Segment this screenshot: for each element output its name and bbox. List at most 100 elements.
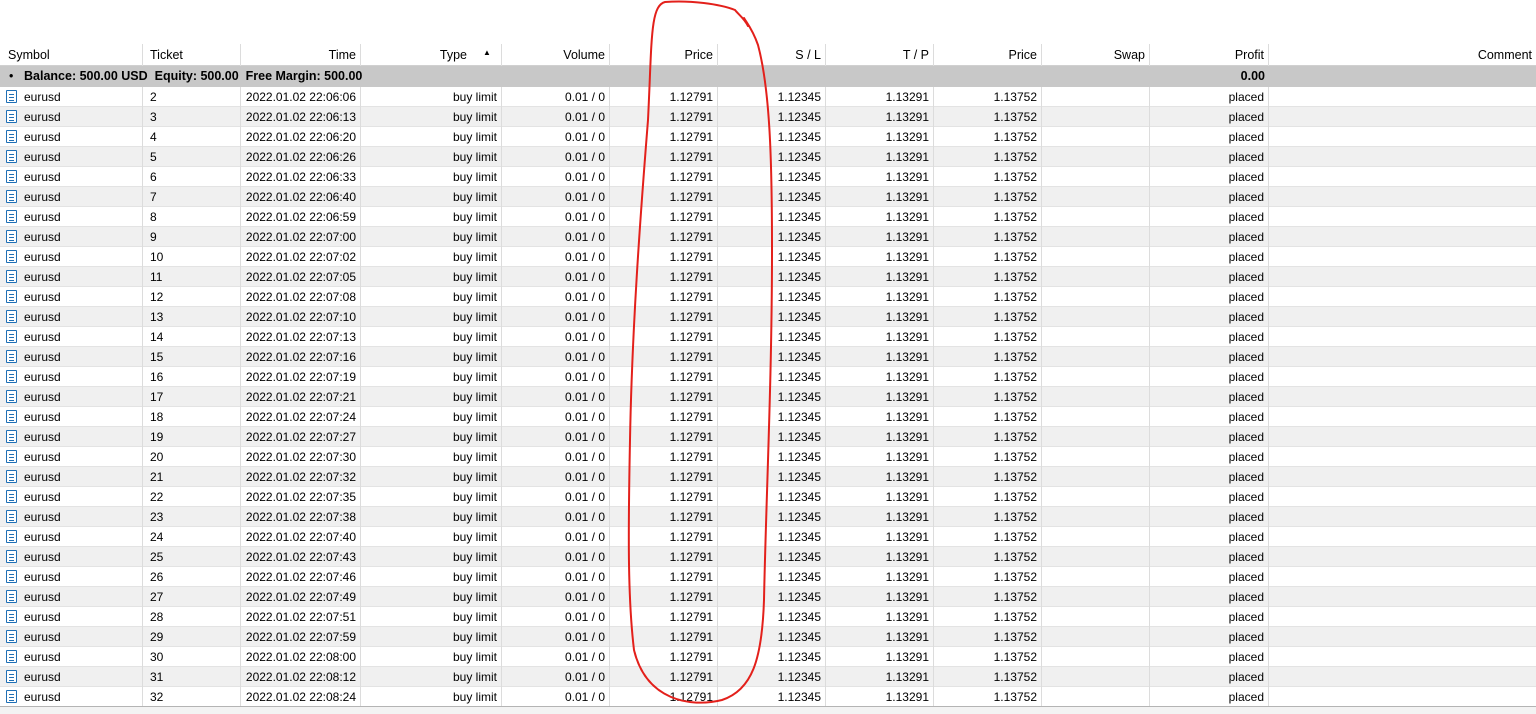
- cell-ticket: 15: [143, 347, 241, 367]
- cell-time: 2022.01.02 22:07:30: [241, 447, 361, 467]
- cell-tp: 1.13291: [826, 407, 934, 427]
- cell-price2: 1.13752: [934, 607, 1042, 627]
- table-row[interactable]: eurusd 21 2022.01.02 22:07:32 buy limit 0.01…: [0, 467, 1536, 487]
- column-header-ticket[interactable]: Ticket: [143, 44, 241, 66]
- table-row[interactable]: eurusd 23 2022.01.02 22:07:38 buy limit 0.01…: [0, 507, 1536, 527]
- pending-order-icon: [6, 330, 17, 343]
- cell-price2: 1.13752: [934, 687, 1042, 707]
- cell-profit: placed: [1150, 187, 1269, 207]
- table-row[interactable]: eurusd 9 2022.01.02 22:07:00 buy limit 0.01 …: [0, 227, 1536, 247]
- cell-comment: [1269, 87, 1536, 107]
- cell-price2: 1.13752: [934, 467, 1042, 487]
- cell-sl: 1.12345: [718, 227, 826, 247]
- cell-swap: [1042, 227, 1150, 247]
- cell-profit: placed: [1150, 267, 1269, 287]
- cell-symbol: eurusd: [0, 327, 143, 347]
- column-header-price[interactable]: Price: [610, 44, 718, 66]
- cell-symbol: eurusd: [0, 387, 143, 407]
- table-row[interactable]: eurusd 17 2022.01.02 22:07:21 buy limit 0.01…: [0, 387, 1536, 407]
- cell-tp: 1.13291: [826, 167, 934, 187]
- column-header-current-price[interactable]: Price: [934, 44, 1042, 66]
- cell-sl: 1.12345: [718, 307, 826, 327]
- cell-time: 2022.01.02 22:07:10: [241, 307, 361, 327]
- cell-time: 2022.01.02 22:07:40: [241, 527, 361, 547]
- cell-tp: 1.13291: [826, 307, 934, 327]
- table-row[interactable]: eurusd 26 2022.01.02 22:07:46 buy limit 0.01…: [0, 567, 1536, 587]
- table-row[interactable]: eurusd 5 2022.01.02 22:06:26 buy limit 0.01 …: [0, 147, 1536, 167]
- cell-symbol: eurusd: [0, 487, 143, 507]
- cell-time: 2022.01.02 22:06:26: [241, 147, 361, 167]
- cell-profit: placed: [1150, 667, 1269, 687]
- table-row[interactable]: eurusd 22 2022.01.02 22:07:35 buy limit 0.01…: [0, 487, 1536, 507]
- cell-price: 1.12791: [610, 347, 718, 367]
- symbol-label: eurusd: [24, 530, 61, 544]
- column-header-volume[interactable]: Volume: [502, 44, 610, 66]
- cell-price2: 1.13752: [934, 287, 1042, 307]
- table-row[interactable]: eurusd 15 2022.01.02 22:07:16 buy limit 0.01…: [0, 347, 1536, 367]
- cell-comment: [1269, 367, 1536, 387]
- cell-comment: [1269, 507, 1536, 527]
- table-row[interactable]: eurusd 28 2022.01.02 22:07:51 buy limit 0.01…: [0, 607, 1536, 627]
- cell-comment: [1269, 447, 1536, 467]
- cell-price2: 1.13752: [934, 327, 1042, 347]
- cell-tp: 1.13291: [826, 267, 934, 287]
- table-row[interactable]: eurusd 20 2022.01.02 22:07:30 buy limit 0.01…: [0, 447, 1536, 467]
- cell-type: buy limit: [361, 147, 502, 167]
- column-header-time[interactable]: Time: [241, 44, 361, 66]
- cell-price2: 1.13752: [934, 207, 1042, 227]
- symbol-label: eurusd: [24, 650, 61, 664]
- cell-ticket: 12: [143, 287, 241, 307]
- table-row[interactable]: eurusd 30 2022.01.02 22:08:00 buy limit 0.01…: [0, 647, 1536, 667]
- cell-price2: 1.13752: [934, 427, 1042, 447]
- table-row[interactable]: eurusd 12 2022.01.02 22:07:08 buy limit 0.01…: [0, 287, 1536, 307]
- column-header-sl[interactable]: S / L: [718, 44, 826, 66]
- column-header-tp[interactable]: T / P: [826, 44, 934, 66]
- cell-sl: 1.12345: [718, 687, 826, 707]
- cell-swap: [1042, 307, 1150, 327]
- cell-type: buy limit: [361, 507, 502, 527]
- cell-sl: 1.12345: [718, 587, 826, 607]
- table-row[interactable]: eurusd 29 2022.01.02 22:07:59 buy limit 0.01…: [0, 627, 1536, 647]
- cell-ticket: 3: [143, 107, 241, 127]
- column-header-symbol[interactable]: Symbol: [0, 44, 143, 66]
- column-header-profit[interactable]: Profit: [1150, 44, 1269, 66]
- table-row[interactable]: eurusd 13 2022.01.02 22:07:10 buy limit 0.01…: [0, 307, 1536, 327]
- table-row[interactable]: eurusd 32 2022.01.02 22:08:24 buy limit 0.01…: [0, 687, 1536, 707]
- cell-profit: placed: [1150, 167, 1269, 187]
- cell-tp: 1.13291: [826, 347, 934, 367]
- table-row[interactable]: eurusd 25 2022.01.02 22:07:43 buy limit 0.01…: [0, 547, 1536, 567]
- bullet-icon: •: [9, 69, 14, 83]
- cell-comment: [1269, 527, 1536, 547]
- table-row[interactable]: eurusd 2 2022.01.02 22:06:06 buy limit 0.01 …: [0, 87, 1536, 107]
- cell-volume: 0.01 / 0: [502, 427, 610, 447]
- table-row[interactable]: eurusd 24 2022.01.02 22:07:40 buy limit 0.01…: [0, 527, 1536, 547]
- column-header-swap[interactable]: Swap: [1042, 44, 1150, 66]
- column-header-type-wrap[interactable]: Type ▲: [361, 44, 502, 66]
- table-row[interactable]: eurusd 11 2022.01.02 22:07:05 buy limit 0.01…: [0, 267, 1536, 287]
- symbol-label: eurusd: [24, 90, 61, 104]
- table-row[interactable]: eurusd 31 2022.01.02 22:08:12 buy limit 0.01…: [0, 667, 1536, 687]
- cell-ticket: 13: [143, 307, 241, 327]
- cell-sl: 1.12345: [718, 567, 826, 587]
- table-row[interactable]: eurusd 14 2022.01.02 22:07:13 buy limit 0.01…: [0, 327, 1536, 347]
- table-row[interactable]: eurusd 16 2022.01.02 22:07:19 buy limit 0.01…: [0, 367, 1536, 387]
- cell-price: 1.12791: [610, 107, 718, 127]
- table-row[interactable]: eurusd 10 2022.01.02 22:07:02 buy limit 0.01…: [0, 247, 1536, 267]
- table-row[interactable]: eurusd 3 2022.01.02 22:06:13 buy limit 0.01 …: [0, 107, 1536, 127]
- cell-tp: 1.13291: [826, 487, 934, 507]
- column-header-comment[interactable]: Comment: [1269, 44, 1536, 66]
- table-row[interactable]: eurusd 19 2022.01.02 22:07:27 buy limit 0.01…: [0, 427, 1536, 447]
- cell-price: 1.12791: [610, 147, 718, 167]
- cell-time: 2022.01.02 22:06:40: [241, 187, 361, 207]
- cell-volume: 0.01 / 0: [502, 227, 610, 247]
- table-row[interactable]: eurusd 7 2022.01.02 22:06:40 buy limit 0.01 …: [0, 187, 1536, 207]
- table-row[interactable]: eurusd 6 2022.01.02 22:06:33 buy limit 0.01 …: [0, 167, 1536, 187]
- table-row[interactable]: eurusd 8 2022.01.02 22:06:59 buy limit 0.01 …: [0, 207, 1536, 227]
- table-header: Symbol Ticket Time Type ▲ Volume Price S…: [0, 44, 1536, 66]
- cell-price2: 1.13752: [934, 647, 1042, 667]
- balance-summary-row[interactable]: • Balance: 500.00 USD Equity: 500.00 Fre…: [0, 66, 1536, 87]
- table-row[interactable]: eurusd 27 2022.01.02 22:07:49 buy limit 0.01…: [0, 587, 1536, 607]
- cell-symbol: eurusd: [0, 427, 143, 447]
- table-row[interactable]: eurusd 4 2022.01.02 22:06:20 buy limit 0.01 …: [0, 127, 1536, 147]
- table-row[interactable]: eurusd 18 2022.01.02 22:07:24 buy limit 0.01…: [0, 407, 1536, 427]
